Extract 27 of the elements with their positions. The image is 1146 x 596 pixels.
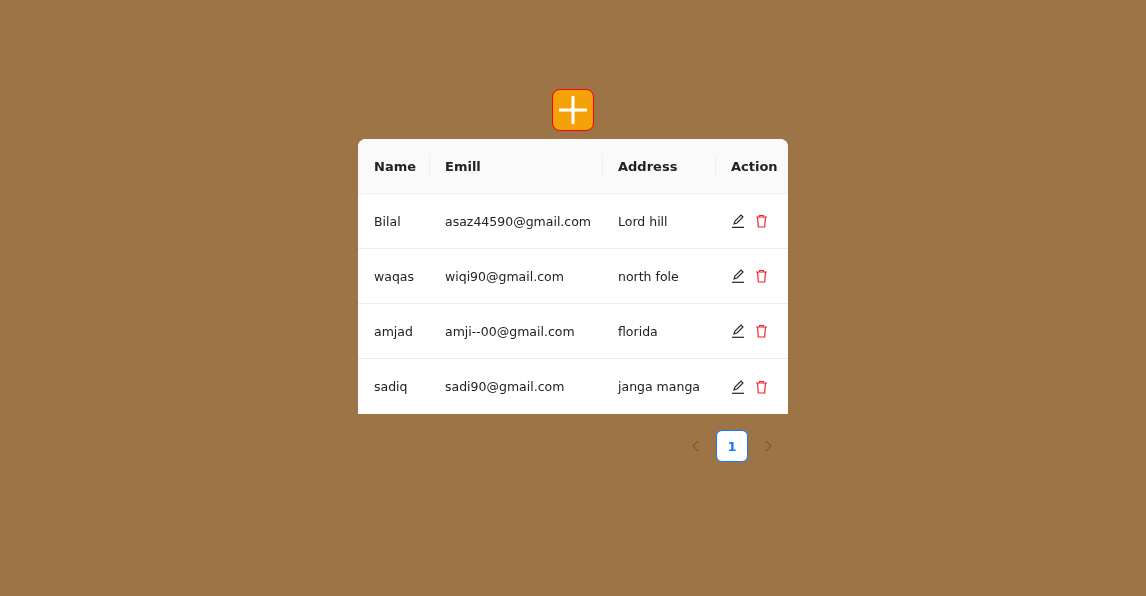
table-cell: amji--00@gmail.com: [445, 323, 575, 339]
edit-icon[interactable]: [731, 379, 745, 394]
column-header: Address: [602, 139, 715, 193]
table-cell: amjad: [374, 323, 413, 339]
table-cell: sadi90@gmail.com: [445, 379, 565, 394]
table-cell: janga manga: [618, 379, 700, 394]
table-cell: asaz44590@gmail.com: [445, 213, 592, 229]
column-header: Action: [715, 139, 788, 193]
delete-icon[interactable]: [755, 379, 768, 394]
delete-icon[interactable]: [755, 324, 768, 338]
table-cell: sadiq: [374, 379, 408, 394]
delete-icon[interactable]: [755, 269, 768, 283]
column-header: Name: [373, 157, 417, 176]
add-button[interactable]: [552, 89, 594, 131]
table-cell: wiqi90@gmail.com: [445, 268, 564, 284]
table-cell: florida: [618, 323, 658, 339]
table-cell: Bilal: [374, 213, 401, 229]
table-cell: Lord hill: [618, 213, 668, 229]
edit-icon[interactable]: [731, 269, 745, 283]
column-header: Emill: [429, 139, 602, 193]
table-cell: north fole: [618, 268, 679, 284]
edit-icon[interactable]: [731, 214, 745, 228]
page-button[interactable]: 1: [716, 430, 748, 462]
plus-icon: [558, 95, 588, 125]
edit-icon[interactable]: [731, 324, 745, 338]
table-cell: waqas: [374, 268, 414, 284]
delete-icon[interactable]: [755, 214, 768, 228]
